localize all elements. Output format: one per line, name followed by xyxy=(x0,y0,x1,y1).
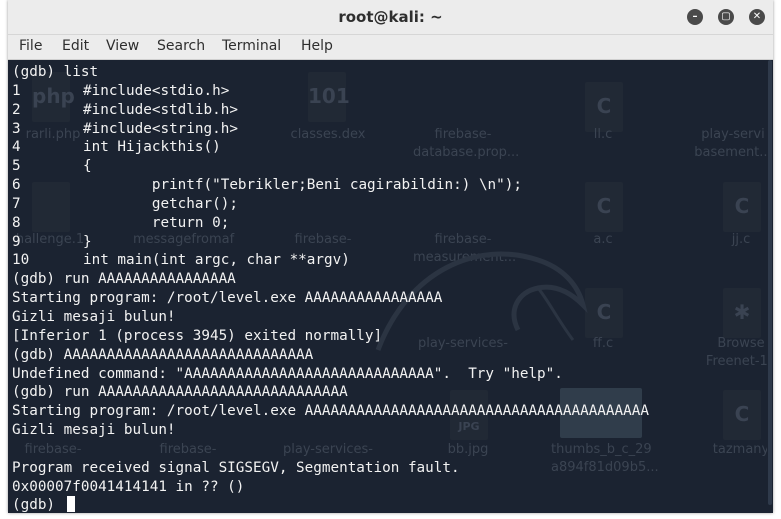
line-text: printf("Tebrikler;Beni cagirabildin:) \n… xyxy=(83,177,522,194)
menu-terminal[interactable]: Terminal xyxy=(222,38,281,54)
line-text: Gizli mesaji bulun! xyxy=(12,422,176,439)
line-number: 8 xyxy=(12,214,21,231)
line-text: #include<string.h> xyxy=(83,120,238,137)
terminal-line: Undefined command: "AAAAAAAAAAAAAAAAAAAA… xyxy=(12,365,773,384)
line-number: 5 xyxy=(12,158,21,175)
line-text: getchar(); xyxy=(83,195,238,212)
line-text: Program received signal SIGSEGV, Segment… xyxy=(12,459,460,476)
terminal-line: (gdb) run AAAAAAAAAAAAAAAA xyxy=(12,270,773,289)
title-bar[interactable]: root@kali: ~ – ▢ ✕ xyxy=(8,0,773,35)
line-number: 4 xyxy=(12,139,21,156)
line-text: int Hijackthis() xyxy=(83,139,221,156)
minimize-icon[interactable]: – xyxy=(687,9,703,25)
terminal-line: 6 printf("Tebrikler;Beni cagirabildin:) … xyxy=(12,176,773,195)
terminal-line: 7 getchar(); xyxy=(12,195,773,214)
terminal-line: Starting program: /root/level.exe AAAAAA… xyxy=(12,289,773,308)
line-text: Undefined command: "AAAAAAAAAAAAAAAAAAAA… xyxy=(12,365,563,382)
line-text: Starting program: /root/level.exe AAAAAA… xyxy=(12,403,649,420)
terminal-line: 10 int main(int argc, char **argv) xyxy=(12,251,773,270)
menu-bar: File Edit View Search Terminal Help xyxy=(8,35,773,60)
maximize-icon[interactable]: ▢ xyxy=(718,9,734,25)
line-text: int main(int argc, char **argv) xyxy=(83,252,350,269)
line-text: return 0; xyxy=(83,214,230,231)
line-number: 10 xyxy=(12,252,30,269)
line-text: #include<stdlib.h> xyxy=(83,101,238,118)
terminal-line: 3 #include<string.h> xyxy=(12,120,773,139)
terminal-line: 1 #include<stdio.h> xyxy=(12,82,773,101)
line-text: Starting program: /root/level.exe AAAAAA… xyxy=(12,290,443,307)
line-number: 7 xyxy=(12,195,21,212)
terminal-output: (gdb) list 1 #include<stdio.h> 2 #include<st… xyxy=(12,63,773,513)
terminal-area[interactable]: php rarli.php 101 classes.dex firebase- … xyxy=(8,60,773,513)
line-text: { xyxy=(83,158,92,175)
terminal-line: 4 int Hijackthis() xyxy=(12,138,773,157)
terminal-line: 5{ xyxy=(12,157,773,176)
line-text: #include<stdio.h> xyxy=(83,82,230,99)
menu-file[interactable]: File xyxy=(19,38,42,54)
terminal-line: 8 return 0; xyxy=(12,214,773,233)
menu-help[interactable]: Help xyxy=(301,38,333,54)
terminal-line: (gdb) AAAAAAAAAAAAAAAAAAAAAAAAAAAAA xyxy=(12,346,773,365)
terminal-line: [Inferior 1 (process 3945) exited normal… xyxy=(12,327,773,346)
terminal-line: 9} xyxy=(12,233,773,252)
line-text: (gdb) run AAAAAAAAAAAAAAAA xyxy=(12,271,236,288)
menu-edit[interactable]: Edit xyxy=(62,38,89,54)
line-text: [Inferior 1 (process 3945) exited normal… xyxy=(12,327,383,344)
scrollbar-thumb[interactable] xyxy=(768,60,772,505)
close-icon[interactable]: ✕ xyxy=(749,9,765,25)
line-number: 9 xyxy=(12,233,21,250)
line-text: (gdb) AAAAAAAAAAAAAAAAAAAAAAAAAAAAA xyxy=(12,346,314,363)
menu-search[interactable]: Search xyxy=(157,38,205,54)
line-text: } xyxy=(83,233,92,250)
line-text: 0x00007f0041414141 in ?? () xyxy=(12,478,245,495)
terminal-line: 0x00007f0041414141 in ?? () xyxy=(12,478,773,497)
line-text: (gdb) list xyxy=(12,64,99,80)
text-cursor xyxy=(66,496,75,513)
terminal-line: (gdb) run AAAAAAAAAAAAAAAAAAAAAAAAAAAAA xyxy=(12,383,773,402)
terminal-line: 2 #include<stdlib.h> xyxy=(12,101,773,120)
line-text: (gdb) run AAAAAAAAAAAAAAAAAAAAAAAAAAAAA xyxy=(12,384,348,401)
terminal-line: (gdb) list xyxy=(12,63,773,82)
line-number: 3 xyxy=(12,120,21,137)
scrollbar[interactable] xyxy=(767,60,773,513)
terminal-line: Program received signal SIGSEGV, Segment… xyxy=(12,459,773,478)
line-text: Gizli mesaji bulun! xyxy=(12,308,176,325)
terminal-line: Gizli mesaji bulun! xyxy=(12,308,773,327)
line-number: 6 xyxy=(12,177,21,194)
menu-view[interactable]: View xyxy=(106,38,139,54)
line-text: (gdb) xyxy=(12,497,64,513)
terminal-window: root@kali: ~ – ▢ ✕ File Edit View Search… xyxy=(8,0,773,513)
window-title: root@kali: ~ xyxy=(338,8,443,26)
terminal-line: Gizli mesaji bulun! xyxy=(12,421,773,440)
line-number: 1 xyxy=(12,82,21,99)
terminal-line: Starting program: /root/level.exe AAAAAA… xyxy=(12,402,773,421)
terminal-line: (gdb) xyxy=(12,496,773,513)
line-number: 2 xyxy=(12,101,21,118)
